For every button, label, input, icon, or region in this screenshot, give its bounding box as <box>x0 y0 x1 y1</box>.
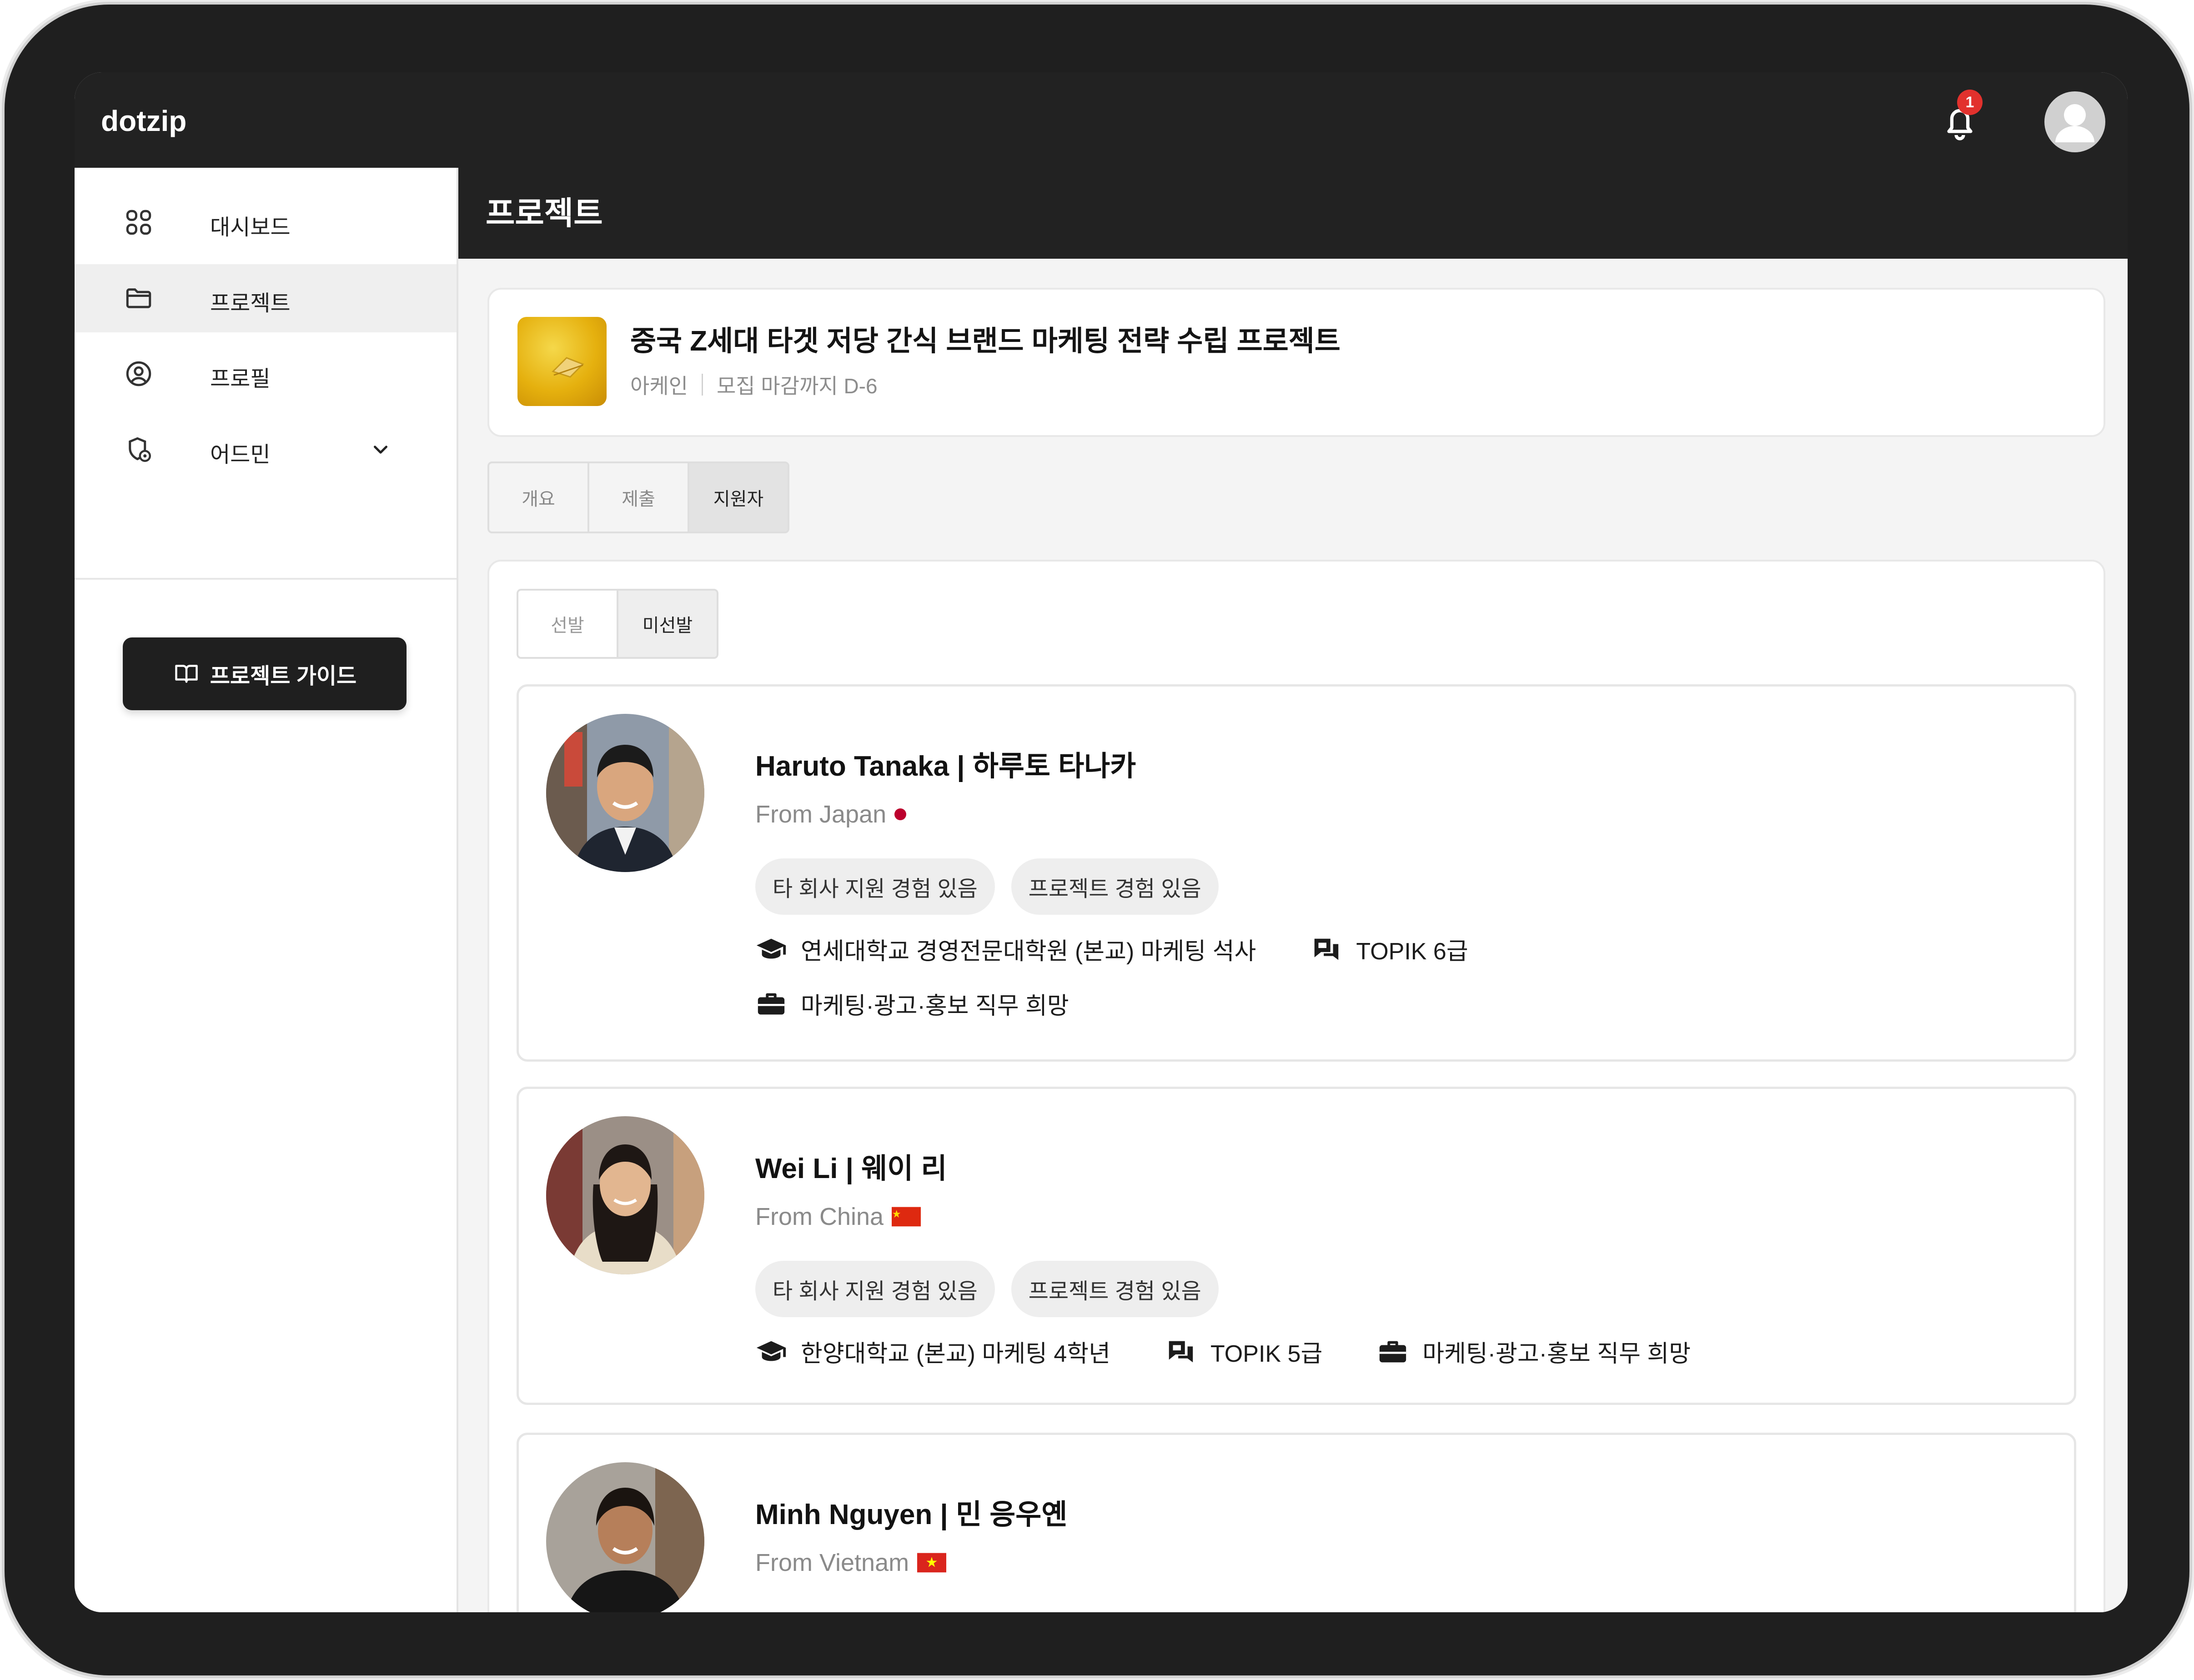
admin-shield-icon <box>129 437 151 462</box>
job-info: 마케팅·광고·홍보 직무 희망 <box>1377 1334 1691 1369</box>
sidebar-item-admin[interactable]: 어드민 <box>75 416 457 484</box>
applicant-name[interactable]: Wei Li | 웨이 리 <box>755 1145 947 1186</box>
language-chat-icon <box>1315 938 1339 960</box>
brand-logo[interactable]: dotzip <box>101 104 186 138</box>
applicant-origin: From Vietnam <box>755 1549 947 1577</box>
notification-badge: 1 <box>1957 90 1983 115</box>
guide-button-label: 프로젝트 가이드 <box>210 664 357 688</box>
applicant-card[interactable]: Wei Li | 웨이 리 From China 타 회사 지원 경험 있음 프… <box>517 1087 2076 1405</box>
chip: 타 회사 지원 경험 있음 <box>755 1261 995 1317</box>
applicant-photo <box>546 714 704 872</box>
japan-flag-icon <box>894 808 907 820</box>
user-avatar[interactable] <box>2044 91 2105 152</box>
applicant-photo <box>546 1116 704 1274</box>
applicant-info-row: 한양대학교 (본교) 마케팅 4학년 TOPIK 5급 마케팅·광고·홍보 직무… <box>755 1334 1745 1369</box>
education-info: 연세대학교 경영전문대학원 (본교) 마케팅 석사 <box>755 932 1256 966</box>
sidebar-item-label: 프로젝트 <box>210 291 291 316</box>
applicant-info-row: 연세대학교 경영전문대학원 (본교) 마케팅 석사 TOPIK 6급 <box>755 932 1523 966</box>
project-company: 아케인 <box>630 374 688 398</box>
chip: 타 회사 지원 경험 있음 <box>755 858 995 915</box>
sidebar: 대시보드 프로젝트 프로필 어드민 프로젝트 가이드 <box>75 168 458 1612</box>
tablet-frame: dotzip 1 대시보드 프로젝트 프로필 어드민 프로젝트 가이드 프로젝트… <box>5 5 2189 1675</box>
applicant-origin: From China <box>755 1203 921 1231</box>
page-header: 프로젝트 <box>458 168 2128 259</box>
sidebar-item-label: 어드민 <box>210 443 271 467</box>
job-info: 마케팅·광고·홍보 직무 희망 <box>755 987 1069 1021</box>
page-title: 프로젝트 <box>486 196 603 231</box>
applicant-name[interactable]: Haruto Tanaka | 하루토 타나카 <box>755 743 1136 784</box>
applicant-card[interactable]: Haruto Tanaka | 하루토 타나카 From Japan 타 회사 … <box>517 684 2076 1062</box>
sidebar-divider <box>75 578 457 580</box>
dashboard-grid-icon <box>126 210 151 235</box>
applicant-info-row: 마케팅·광고·홍보 직무 희망 <box>755 987 1124 1021</box>
project-guide-button[interactable]: 프로젝트 가이드 <box>123 637 407 710</box>
user-circle-icon <box>126 361 151 386</box>
project-summary-card: 중국 Z세대 타겟 저당 간식 브랜드 마케팅 전략 수립 프로젝트 아케인 모… <box>487 288 2105 437</box>
tab-applicants[interactable]: 지원자 <box>689 463 788 532</box>
briefcase-icon <box>758 993 785 1014</box>
education-info: 한양대학교 (본교) 마케팅 4학년 <box>755 1334 1110 1369</box>
origin-label: From China <box>755 1203 884 1230</box>
chevron-down-icon[interactable] <box>369 438 392 461</box>
vietnam-flag-icon <box>917 1553 947 1573</box>
project-tabs: 개요 제출 지원자 <box>487 461 789 533</box>
applicant-origin: From Japan <box>755 800 907 828</box>
project-thumbnail <box>517 317 607 406</box>
tab-not-selected[interactable]: 미선발 <box>618 591 717 657</box>
origin-label: From Vietnam <box>755 1549 909 1576</box>
chip: 프로젝트 경험 있음 <box>1011 1261 1219 1317</box>
screen: dotzip 1 대시보드 프로젝트 프로필 어드민 프로젝트 가이드 프로젝트… <box>75 72 2128 1612</box>
user-icon <box>2055 104 2094 142</box>
project-title[interactable]: 중국 Z세대 타겟 저당 간식 브랜드 마케팅 전략 수립 프로젝트 <box>630 318 1340 359</box>
project-meta: 아케인 모집 마감까지 D-6 <box>630 370 878 400</box>
book-icon <box>175 665 198 683</box>
top-bar: dotzip 1 <box>75 72 2128 169</box>
applicant-chips: 타 회사 지원 경험 있음 프로젝트 경험 있음 <box>755 858 1219 915</box>
applicant-photo <box>546 1462 704 1612</box>
tab-selected[interactable]: 선발 <box>518 591 618 657</box>
language-info: TOPIK 5급 <box>1165 1334 1322 1369</box>
language-info: TOPIK 6급 <box>1310 932 1468 966</box>
applicant-chips: 타 회사 지원 경험 있음 프로젝트 경험 있음 <box>755 1261 1219 1317</box>
origin-label: From Japan <box>755 801 887 828</box>
applicant-name[interactable]: Minh Nguyen | 민 응우옌 <box>755 1491 1067 1532</box>
briefcase-icon <box>1380 1341 1406 1362</box>
chip: 프로젝트 경험 있음 <box>1011 858 1219 915</box>
applicant-card[interactable]: Minh Nguyen | 민 응우옌 From Vietnam <box>517 1433 2076 1612</box>
sidebar-item-profile[interactable]: 프로필 <box>75 340 457 408</box>
sidebar-item-label: 프로필 <box>210 367 271 391</box>
graduation-cap-icon <box>756 938 786 958</box>
language-chat-icon <box>1169 1341 1193 1362</box>
selection-tabs: 선발 미선발 <box>517 589 718 659</box>
sidebar-item-dashboard[interactable]: 대시보드 <box>75 188 457 256</box>
project-deadline: 모집 마감까지 D-6 <box>716 374 878 398</box>
applicants-panel: 선발 미선발 Haruto Tanaka | 하루토 타나카 From Japa… <box>487 560 2105 1612</box>
tab-submission[interactable]: 제출 <box>589 463 689 532</box>
graduation-cap-icon <box>756 1341 786 1361</box>
tab-overview[interactable]: 개요 <box>489 463 589 532</box>
china-flag-icon <box>892 1207 921 1227</box>
sidebar-item-projects[interactable]: 프로젝트 <box>75 264 457 332</box>
sidebar-item-label: 대시보드 <box>210 216 291 240</box>
folder-icon <box>126 288 151 308</box>
